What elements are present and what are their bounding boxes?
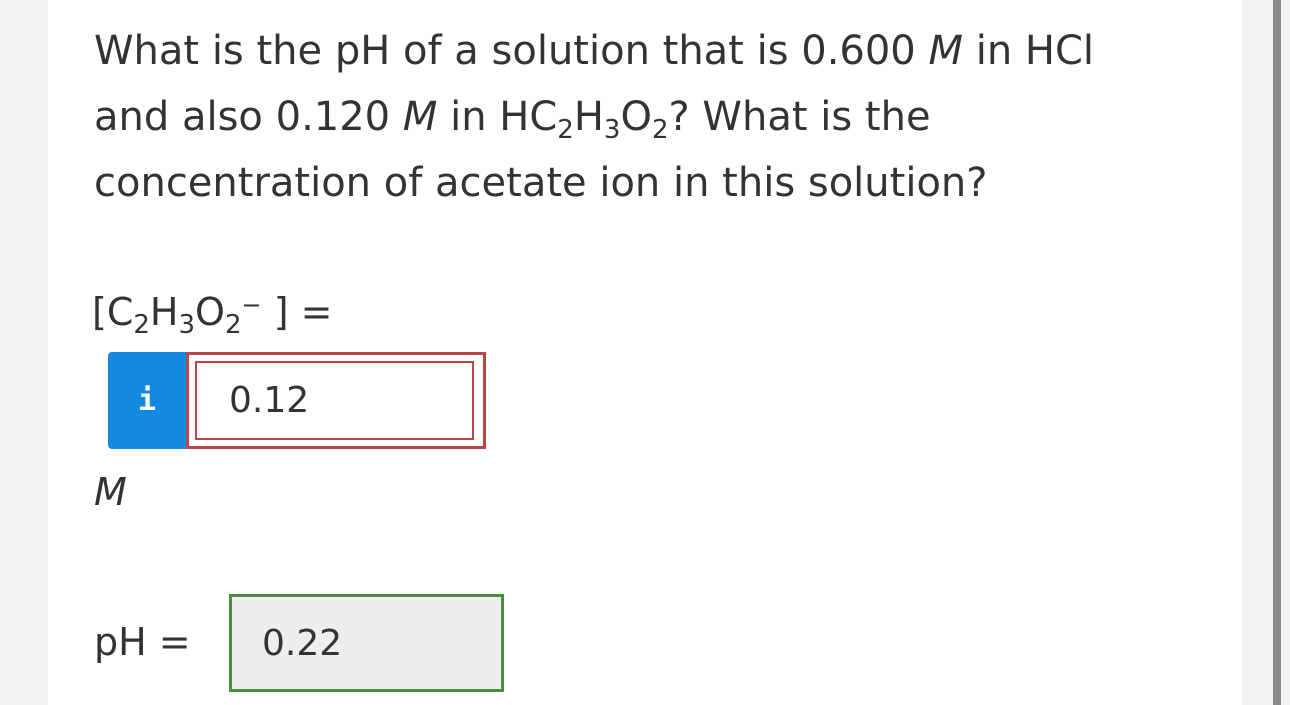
question-line1-suffix: in HCl (963, 28, 1095, 74)
formula-sub: 2 (224, 310, 242, 340)
formula-element: H (573, 94, 604, 140)
scrollbar[interactable] (1273, 0, 1281, 705)
ph-label: pH = (94, 620, 191, 664)
formula-sub: 3 (178, 310, 196, 340)
formula-sub: 3 (603, 115, 621, 145)
question-text: What is the pH of a solution that is 0.6… (94, 18, 1184, 216)
acetate-answer-input[interactable]: 0.12 (195, 361, 474, 440)
formula-sub: 2 (557, 115, 574, 145)
info-icon: i (137, 383, 157, 418)
question-line2-mid: in HC (437, 94, 558, 140)
formula-sub: 2 (133, 310, 150, 340)
question-line2-suffix: ? What is the (668, 94, 931, 140)
unit-label: M (94, 470, 127, 514)
question-line3: concentration of acetate ion in this sol… (94, 160, 988, 206)
acetate-answer-frame: 0.12 (186, 352, 486, 449)
question-line1-prefix: What is the pH of a solution that is 0.6… (94, 28, 929, 74)
question-line2-unit: M (402, 94, 438, 140)
question-line1-unit: M (928, 28, 963, 74)
formula-open: [C (92, 290, 134, 334)
formula-element: O (195, 290, 225, 334)
formula-close: ] = (261, 290, 333, 334)
ph-answer-input[interactable]: 0.22 (229, 594, 504, 692)
charge-sup: − (241, 291, 262, 319)
info-button[interactable]: i (108, 352, 186, 449)
page: What is the pH of a solution that is 0.6… (0, 0, 1290, 705)
acetate-concentration-label: [C2H3O2− ] = (92, 290, 333, 338)
formula-sub: 2 (651, 115, 669, 145)
formula-element: H (149, 290, 179, 334)
question-line2-prefix: and also 0.120 (94, 94, 403, 140)
formula-element: O (620, 94, 652, 140)
